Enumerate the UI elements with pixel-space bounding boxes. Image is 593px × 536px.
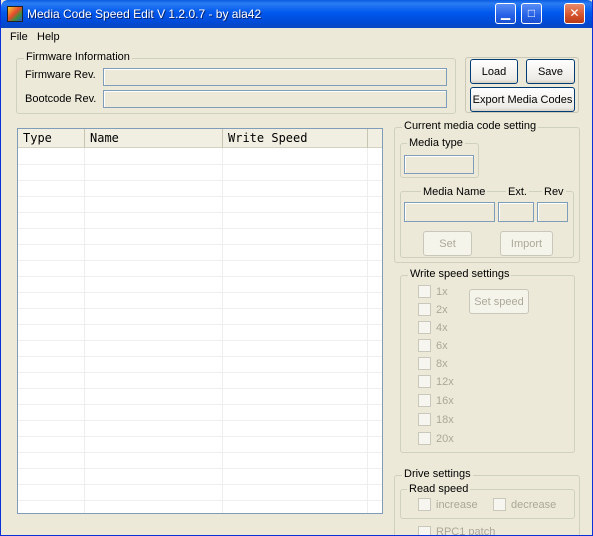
speed-checkbox[interactable] xyxy=(418,303,431,316)
grid-column-line xyxy=(84,148,85,513)
rpc1-patch-checkbox[interactable] xyxy=(418,526,431,535)
grid-row-line xyxy=(18,500,382,501)
grid-row-line xyxy=(18,420,382,421)
grid-row-line xyxy=(18,340,382,341)
column-type[interactable]: Type xyxy=(18,129,85,148)
export-media-codes-button[interactable]: Export Media Codes xyxy=(470,87,575,112)
speed-checkbox[interactable] xyxy=(418,375,431,388)
media-type-field xyxy=(404,155,474,174)
ext-field xyxy=(498,202,534,222)
grid-row-line xyxy=(18,356,382,357)
save-button[interactable]: Save xyxy=(526,59,575,84)
maximize-button[interactable]: □ xyxy=(521,3,542,24)
grid-row-line xyxy=(18,484,382,485)
load-button[interactable]: Load xyxy=(470,59,518,84)
increase-checkbox[interactable] xyxy=(418,498,431,511)
speed-label: 4x xyxy=(436,322,448,334)
grid-column-line xyxy=(222,148,223,513)
grid-row-line xyxy=(18,404,382,405)
grid-row-line xyxy=(18,436,382,437)
speed-label: 16x xyxy=(436,395,454,407)
grid-row-line xyxy=(18,308,382,309)
speed-label: 8x xyxy=(436,358,448,370)
set-speed-button[interactable]: Set speed xyxy=(469,289,529,314)
write-speed-group-label: Write speed settings xyxy=(408,268,512,280)
grid-row-line xyxy=(18,292,382,293)
title-bar[interactable]: Media Code Speed Edit V 1.2.0.7 - by ala… xyxy=(1,0,592,28)
increase-label: increase xyxy=(436,499,478,511)
speed-label: 20x xyxy=(436,433,454,445)
firmware-rev-field xyxy=(103,68,447,86)
rev-label: Rev xyxy=(542,186,566,198)
grid-row-line xyxy=(18,260,382,261)
grid-row-line xyxy=(18,324,382,325)
drive-settings-group-label: Drive settings xyxy=(402,468,473,480)
decrease-label: decrease xyxy=(511,499,557,511)
rev-field xyxy=(537,202,568,222)
menu-help[interactable]: Help xyxy=(37,31,60,43)
column-write-speed[interactable]: Write Speed xyxy=(223,129,368,148)
grid-row-line xyxy=(18,212,382,213)
list-header: Type Name Write Speed xyxy=(18,129,382,148)
grid-row-line xyxy=(18,180,382,181)
menu-file[interactable]: File xyxy=(10,31,28,43)
ext-label: Ext. xyxy=(506,186,529,198)
grid-row-line xyxy=(18,196,382,197)
speed-checkbox[interactable] xyxy=(418,285,431,298)
firmware-group-label: Firmware Information xyxy=(24,51,132,63)
speed-checkbox[interactable] xyxy=(418,432,431,445)
speed-label: 12x xyxy=(436,376,454,388)
speed-label: 6x xyxy=(436,340,448,352)
speed-checkbox[interactable] xyxy=(418,357,431,370)
app-icon xyxy=(7,6,23,22)
bootcode-rev-label: Bootcode Rev. xyxy=(25,93,97,105)
media-type-label: Media type xyxy=(407,137,465,149)
media-name-field xyxy=(404,202,495,222)
grid-row-line xyxy=(18,244,382,245)
set-button[interactable]: Set xyxy=(423,231,472,256)
speed-label: 1x xyxy=(436,286,448,298)
read-speed-label: Read speed xyxy=(407,483,471,495)
grid-row-line xyxy=(18,388,382,389)
current-media-group-label: Current media code setting xyxy=(402,120,539,132)
media-code-list[interactable]: Type Name Write Speed xyxy=(17,128,383,514)
app-window: Media Code Speed Edit V 1.2.0.7 - by ala… xyxy=(0,0,593,536)
decrease-checkbox[interactable] xyxy=(493,498,506,511)
firmware-rev-label: Firmware Rev. xyxy=(25,69,96,81)
grid-row-line xyxy=(18,228,382,229)
menu-bar: File Help xyxy=(1,28,592,47)
grid-row-line xyxy=(18,452,382,453)
window-title: Media Code Speed Edit V 1.2.0.7 - by ala… xyxy=(27,7,262,21)
speed-checkbox[interactable] xyxy=(418,394,431,407)
speed-label: 18x xyxy=(436,414,454,426)
close-button[interactable]: ✕ xyxy=(564,3,585,24)
grid-row-line xyxy=(18,276,382,277)
grid-row-line xyxy=(18,372,382,373)
speed-checkbox[interactable] xyxy=(418,413,431,426)
minimize-button[interactable]: ▁ xyxy=(495,3,516,24)
speed-checkbox[interactable] xyxy=(418,321,431,334)
import-button[interactable]: Import xyxy=(500,231,553,256)
speed-checkbox[interactable] xyxy=(418,339,431,352)
rpc1-patch-label: RPC1 patch xyxy=(436,526,496,536)
media-name-label: Media Name xyxy=(421,186,488,198)
column-name[interactable]: Name xyxy=(85,129,223,148)
speed-label: 2x xyxy=(436,304,448,316)
grid-column-line xyxy=(367,148,368,513)
grid-row-line xyxy=(18,164,382,165)
bootcode-rev-field xyxy=(103,90,447,108)
grid-row-line xyxy=(18,468,382,469)
